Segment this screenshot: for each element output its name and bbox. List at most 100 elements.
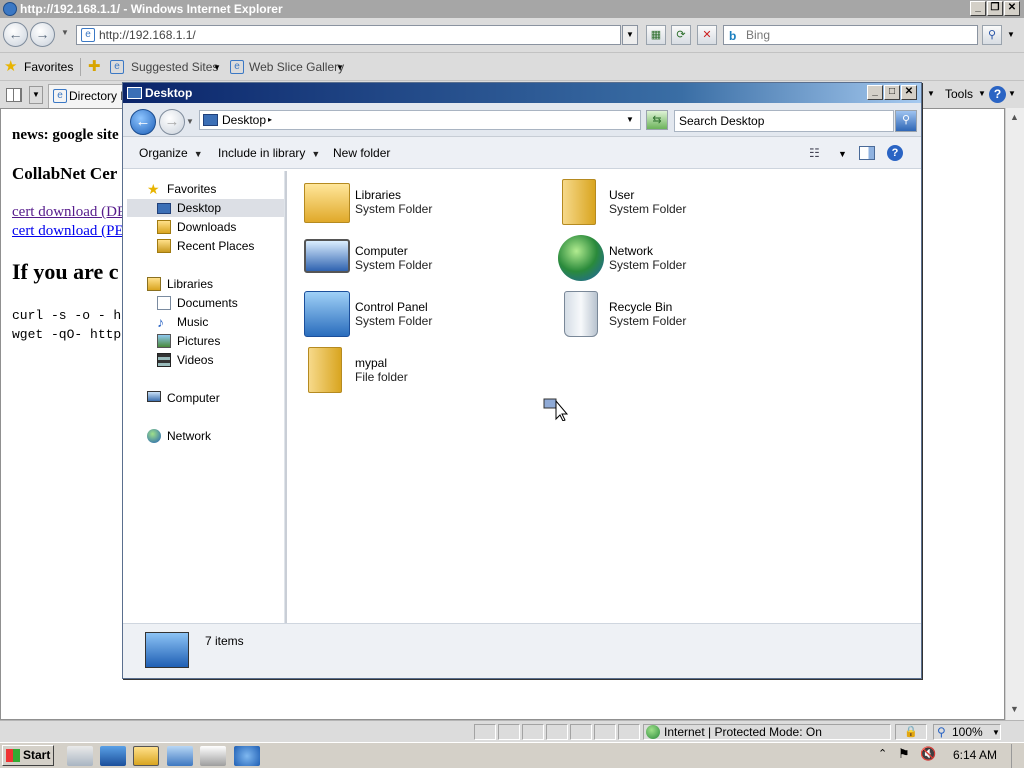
ie-titlebar[interactable]: http://192.168.1.1/ - Windows Internet E… bbox=[0, 0, 1024, 18]
file-name: Libraries bbox=[355, 188, 402, 202]
windows-explorer-taskbar-icon[interactable] bbox=[133, 746, 159, 766]
include-in-library-button[interactable]: Include in library ▼ bbox=[218, 146, 320, 160]
explorer-maximize-button[interactable]: □ bbox=[884, 85, 900, 100]
explorer-search-icon[interactable]: ⚲ bbox=[895, 110, 917, 132]
action-center-flag-icon[interactable]: ⚑ bbox=[898, 746, 910, 762]
nav-item-computer[interactable]: Computer bbox=[127, 389, 283, 407]
nav-item-downloads[interactable]: Downloads bbox=[127, 218, 283, 236]
ie-vertical-scrollbar[interactable]: ▲ ▼ bbox=[1005, 108, 1024, 720]
web-slice-gallery-link[interactable]: Web Slice Gallery bbox=[249, 60, 344, 74]
ie-search-button-icon[interactable]: ⚲ bbox=[982, 25, 1002, 45]
nav-item-network[interactable]: Network bbox=[127, 427, 283, 445]
server-taskbar-icon[interactable] bbox=[200, 746, 226, 766]
search-options-dropdown-icon[interactable]: ▼ bbox=[1007, 30, 1015, 39]
list-item[interactable]: User System Folder bbox=[558, 179, 808, 229]
nav-item-documents[interactable]: Documents bbox=[127, 294, 283, 312]
explorer-search-input[interactable]: Search Desktop bbox=[674, 110, 894, 132]
server-manager-icon[interactable] bbox=[67, 746, 93, 766]
tools-menu[interactable]: Tools bbox=[945, 87, 973, 101]
protected-mode-icon[interactable]: 🔒 bbox=[895, 724, 927, 740]
explorer-refresh-icon[interactable]: ⇆ bbox=[646, 110, 668, 130]
explorer-window: Desktop _ □ ✕ ← → ▼ Desktop ▸ ▼ ⇆ Search… bbox=[122, 82, 922, 679]
file-type: System Folder bbox=[609, 258, 687, 272]
clock[interactable]: 6:14 AM bbox=[953, 748, 997, 762]
internet-explorer-taskbar-icon[interactable] bbox=[234, 746, 260, 766]
ie-minimize-button[interactable]: _ bbox=[970, 1, 986, 16]
zoom-dropdown-icon[interactable]: ▼ bbox=[992, 726, 1000, 740]
ie-close-button[interactable]: ✕ bbox=[1004, 1, 1020, 16]
explorer-recent-pages-icon[interactable]: ▼ bbox=[186, 117, 194, 126]
start-button[interactable]: Start bbox=[2, 745, 54, 766]
web-slice-dropdown-icon[interactable]: ▼ bbox=[336, 63, 344, 72]
compatibility-view-icon[interactable]: ▦ bbox=[646, 25, 666, 45]
explorer-minimize-button[interactable]: _ bbox=[867, 85, 883, 100]
explorer-back-button[interactable]: ← bbox=[130, 109, 156, 135]
ie-address-bar[interactable]: e http://192.168.1.1/ bbox=[76, 25, 621, 45]
refresh-icon[interactable]: ⟳ bbox=[671, 25, 691, 45]
list-item[interactable]: mypal File folder bbox=[304, 347, 554, 397]
location-dropdown-icon[interactable]: ▼ bbox=[626, 111, 634, 129]
list-item[interactable]: Recycle Bin System Folder bbox=[558, 291, 808, 341]
nav-item-videos[interactable]: Videos bbox=[127, 351, 283, 369]
preview-pane-icon[interactable] bbox=[859, 146, 875, 160]
nav-item-music[interactable]: ♪ Music bbox=[127, 313, 283, 331]
nav-label: Libraries bbox=[167, 277, 214, 291]
nav-item-recent-places[interactable]: Recent Places bbox=[127, 237, 283, 255]
nav-item-favorites[interactable]: ★ Favorites bbox=[127, 180, 283, 198]
nav-item-desktop[interactable]: Desktop bbox=[127, 199, 283, 217]
ie-forward-button[interactable]: → bbox=[30, 22, 55, 47]
ie-back-button[interactable]: ← bbox=[3, 22, 28, 47]
suggested-sites-dropdown-icon[interactable]: ▼ bbox=[213, 63, 221, 72]
ie-favorites-bar: ★ Favorites ✚ e Suggested Sites ▼ e Web … bbox=[0, 52, 1024, 80]
view-dropdown-icon[interactable]: ▼ bbox=[838, 149, 847, 159]
explorer-location-bar[interactable]: Desktop ▸ ▼ bbox=[199, 110, 641, 130]
explorer-help-icon[interactable]: ? bbox=[887, 145, 903, 161]
new-folder-button[interactable]: New folder bbox=[333, 146, 390, 160]
organize-button[interactable]: Organize ▼ bbox=[139, 146, 203, 160]
explorer-close-button[interactable]: ✕ bbox=[901, 85, 917, 100]
powershell-icon[interactable] bbox=[100, 746, 126, 766]
tools-dropdown-icon[interactable]: ▼ bbox=[978, 89, 986, 98]
file-type: System Folder bbox=[355, 202, 433, 216]
show-desktop-button[interactable] bbox=[1011, 744, 1023, 768]
volume-muted-icon[interactable]: 🔇 bbox=[920, 746, 936, 762]
libraries-folder-icon bbox=[304, 183, 350, 223]
explorer-forward-button[interactable]: → bbox=[159, 109, 185, 135]
change-view-icon[interactable]: ☷ bbox=[809, 146, 820, 160]
ie-address-dropdown-icon[interactable]: ▼ bbox=[622, 25, 638, 45]
scroll-down-icon[interactable]: ▼ bbox=[1010, 704, 1019, 714]
tab-list-dropdown-icon[interactable]: ▼ bbox=[29, 86, 43, 104]
list-item[interactable]: Control Panel System Folder bbox=[304, 291, 554, 341]
collabnet-heading: CollabNet Cer bbox=[12, 164, 118, 183]
explorer-titlebar[interactable]: Desktop _ □ ✕ bbox=[123, 83, 921, 103]
nav-item-pictures[interactable]: Pictures bbox=[127, 332, 283, 350]
quick-tabs-icon[interactable] bbox=[6, 88, 22, 102]
zoom-control[interactable]: ⚲ 100% ▼ bbox=[933, 724, 1001, 740]
page-menu-dropdown-icon[interactable]: ▼ bbox=[927, 89, 935, 98]
help-dropdown-icon[interactable]: ▼ bbox=[1008, 89, 1016, 98]
scroll-up-icon[interactable]: ▲ bbox=[1010, 112, 1019, 122]
cert-download-pem-link[interactable]: cert download (PE bbox=[12, 223, 124, 240]
nav-label: Desktop bbox=[177, 201, 222, 215]
list-item[interactable]: Libraries System Folder bbox=[304, 179, 554, 229]
cert-download-der-link[interactable]: cert download (DE bbox=[12, 204, 126, 221]
breadcrumb-arrow-icon[interactable]: ▸ bbox=[268, 111, 272, 129]
favorites-star-icon: ★ bbox=[4, 58, 18, 75]
nav-item-libraries[interactable]: Libraries bbox=[127, 275, 283, 293]
list-item[interactable]: Computer System Folder bbox=[304, 235, 554, 285]
file-type: System Folder bbox=[355, 258, 433, 272]
list-item[interactable]: Network System Folder bbox=[558, 235, 808, 285]
remote-desktop-icon[interactable] bbox=[167, 746, 193, 766]
ie-history-dropdown-icon[interactable]: ▼ bbox=[61, 28, 69, 37]
suggested-sites-link[interactable]: Suggested Sites bbox=[131, 60, 218, 74]
show-hidden-icons-icon[interactable]: ⌃ bbox=[878, 747, 887, 760]
favorites-button[interactable]: Favorites bbox=[24, 60, 73, 74]
computer-icon bbox=[147, 391, 161, 402]
add-favorite-icon[interactable]: ✚ bbox=[88, 57, 101, 75]
ie-search-input[interactable]: b Bing bbox=[723, 25, 978, 45]
windows-logo-icon bbox=[6, 749, 20, 762]
help-icon[interactable]: ? bbox=[989, 86, 1006, 103]
security-zone-status[interactable]: Internet | Protected Mode: On bbox=[643, 724, 891, 740]
stop-icon[interactable]: ✕ bbox=[697, 25, 717, 45]
ie-maximize-button[interactable]: ❐ bbox=[987, 1, 1003, 16]
